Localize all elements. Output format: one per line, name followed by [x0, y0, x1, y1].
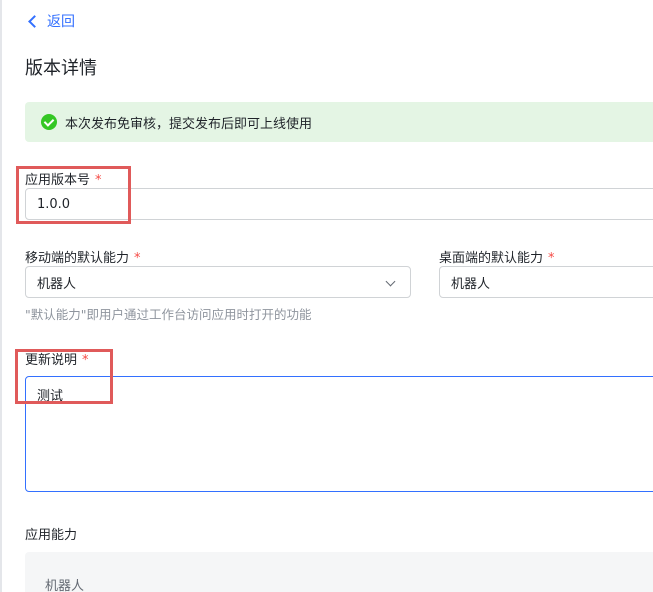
required-mark: *: [95, 173, 102, 188]
left-divider: [0, 0, 2, 592]
success-notice: 本次发布免审核，提交发布后即可上线使用: [25, 102, 653, 142]
release-notes-label: 更新说明 *: [25, 349, 89, 368]
capabilities-panel: [25, 552, 653, 592]
release-notes-textarea[interactable]: 测试: [25, 376, 653, 492]
version-detail-page: 返回 版本详情 本次发布免审核，提交发布后即可上线使用 应用版本号 * 1.0.0…: [0, 0, 653, 592]
release-notes-label-text: 更新说明: [25, 353, 78, 368]
version-label: 应用版本号 *: [25, 169, 102, 188]
release-notes-value: 测试: [37, 389, 64, 404]
capability-item: 机器人: [45, 579, 85, 592]
version-input[interactable]: 1.0.0: [25, 188, 653, 220]
desktop-default-label: 桌面端的默认能力 *: [439, 247, 555, 266]
desktop-default-select[interactable]: 机器人: [439, 266, 653, 298]
chevron-left-icon: [28, 14, 41, 28]
required-mark: *: [82, 353, 89, 368]
desktop-default-label-text: 桌面端的默认能力: [439, 251, 544, 266]
mobile-default-label: 移动端的默认能力 *: [25, 247, 141, 266]
default-capability-hint: "默认能力"即用户通过工作台访问应用时打开的功能: [25, 307, 312, 322]
required-mark: *: [548, 251, 555, 266]
mobile-default-select[interactable]: 机器人: [25, 266, 411, 298]
back-label: 返回: [47, 14, 75, 30]
notice-text: 本次发布免审核，提交发布后即可上线使用: [65, 116, 313, 132]
mobile-default-label-text: 移动端的默认能力: [25, 251, 130, 266]
page-title: 版本详情: [25, 58, 97, 79]
capabilities-title: 应用能力: [25, 528, 78, 543]
desktop-default-value: 机器人: [451, 276, 491, 292]
required-mark: *: [134, 251, 141, 266]
back-link[interactable]: 返回: [28, 11, 75, 31]
check-circle-icon: [41, 114, 57, 130]
version-input-value: 1.0.0: [37, 196, 71, 212]
chevron-down-icon: [385, 276, 396, 287]
mobile-default-value: 机器人: [37, 276, 77, 292]
version-label-text: 应用版本号: [25, 173, 91, 188]
